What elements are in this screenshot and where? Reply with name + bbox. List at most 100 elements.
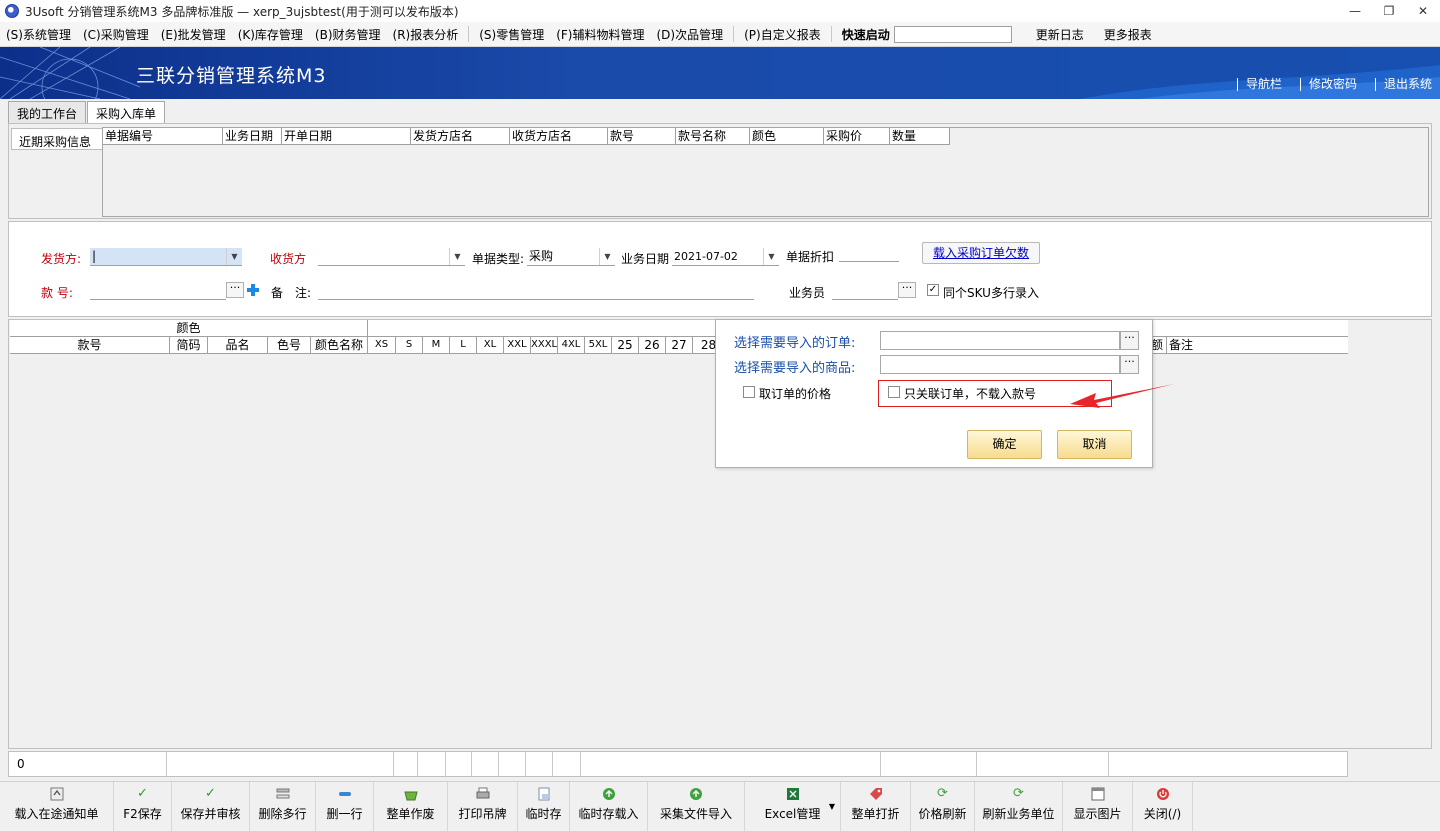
- col-purchase-price[interactable]: 采购价: [824, 128, 890, 145]
- col-short-code[interactable]: 简码: [170, 337, 208, 353]
- change-password-link[interactable]: 修改密码: [1299, 78, 1365, 91]
- refresh-business-unit-button[interactable]: ⟳ 刷新业务单位: [975, 782, 1063, 831]
- col-doc-number[interactable]: 单据编号: [103, 128, 223, 145]
- col-size-26[interactable]: 26: [639, 337, 666, 353]
- menu-purchase[interactable]: (C)采购管理: [77, 26, 155, 43]
- doc-type-combo[interactable]: 采购 ▼: [527, 248, 615, 266]
- style-input[interactable]: [90, 282, 226, 300]
- close-form-button[interactable]: 关闭(/): [1133, 782, 1193, 831]
- sender-combo[interactable]: | ▼: [90, 248, 242, 266]
- nav-bar-link[interactable]: 导航栏: [1236, 78, 1290, 91]
- save-and-approve-button[interactable]: ✓ 保存并审核: [172, 782, 250, 831]
- delete-rows-button[interactable]: 删除多行: [250, 782, 316, 831]
- price-refresh-button[interactable]: ⟳ 价格刷新: [911, 782, 975, 831]
- chevron-down-icon[interactable]: ▼: [226, 248, 242, 265]
- temp-save-load-button[interactable]: 临时存载入: [570, 782, 648, 831]
- tab-recent-purchase[interactable]: 近期采购信息: [11, 128, 103, 150]
- menu-wholesale[interactable]: (E)批发管理: [155, 26, 232, 43]
- restore-button[interactable]: ❐: [1372, 0, 1406, 22]
- col-color-name[interactable]: 颜色名称: [311, 337, 368, 353]
- salesman-lookup-button[interactable]: ···: [898, 282, 916, 298]
- close-button[interactable]: ✕: [1406, 0, 1440, 22]
- load-transit-notice-button[interactable]: 载入在途通知单: [0, 782, 114, 831]
- minimize-button[interactable]: —: [1338, 0, 1372, 22]
- import-collected-file-button[interactable]: 采集文件导入: [648, 782, 745, 831]
- tab-purchase-receipt[interactable]: 采购入库单: [87, 101, 166, 123]
- menu-changelog[interactable]: 更新日志: [1030, 26, 1090, 43]
- col-size-l[interactable]: L: [450, 337, 477, 353]
- style-lookup-button[interactable]: ···: [226, 282, 244, 298]
- take-order-price-checkbox[interactable]: [743, 386, 755, 398]
- col-size-xxxl[interactable]: XXXL: [531, 337, 558, 353]
- tab-workbench[interactable]: 我的工作台: [8, 101, 87, 123]
- load-purchase-order-button[interactable]: 载入采购订单欠数: [922, 242, 1040, 264]
- discount-label: 单据折扣: [786, 250, 835, 264]
- select-order-lookup-button[interactable]: ···: [1120, 331, 1139, 350]
- col-style[interactable]: 款号: [10, 337, 170, 353]
- multi-sku-checkbox[interactable]: ✓: [927, 284, 939, 296]
- show-image-button[interactable]: 显示图片: [1063, 782, 1133, 831]
- cancel-button[interactable]: 取消: [1057, 430, 1132, 459]
- salesman-input[interactable]: [832, 282, 898, 300]
- discount-input[interactable]: [839, 244, 899, 262]
- menu-custom-reports[interactable]: (P)自定义报表: [738, 26, 827, 43]
- print-tag-button[interactable]: 打印吊牌: [448, 782, 518, 831]
- menu-materials[interactable]: (F)辅料物料管理: [550, 26, 650, 43]
- menu-defects[interactable]: (D)次品管理: [651, 26, 730, 43]
- col-receiver-shop[interactable]: 收货方店名: [510, 128, 608, 145]
- col-color[interactable]: 颜色: [750, 128, 824, 145]
- col-size-5xl[interactable]: 5XL: [585, 337, 612, 353]
- confirm-button[interactable]: 确定: [967, 430, 1042, 459]
- chevron-down-icon[interactable]: ▼: [829, 802, 835, 811]
- col-size-25[interactable]: 25: [612, 337, 639, 353]
- col-size-4xl[interactable]: 4XL: [558, 337, 585, 353]
- menu-reports[interactable]: (R)报表分析: [387, 26, 465, 43]
- total-cell: [167, 752, 394, 776]
- delete-row-button[interactable]: 删一行: [316, 782, 374, 831]
- total-cell: [581, 752, 881, 776]
- logout-link[interactable]: 退出系统: [1374, 78, 1432, 91]
- total-count: 0: [9, 752, 167, 776]
- chevron-down-icon[interactable]: ▼: [763, 248, 779, 265]
- biz-date-label: 业务日期: [621, 252, 670, 266]
- col-size-m[interactable]: M: [423, 337, 450, 353]
- chevron-down-icon[interactable]: ▼: [599, 248, 615, 265]
- void-order-button[interactable]: 整单作废: [374, 782, 448, 831]
- col-size-xxl[interactable]: XXL: [504, 337, 531, 353]
- excel-manage-button[interactable]: Excel管理 ▼: [745, 782, 841, 831]
- col-product-name[interactable]: 品名: [208, 337, 268, 353]
- chevron-down-icon[interactable]: ▼: [449, 248, 465, 265]
- col-style-no[interactable]: 款号: [608, 128, 676, 145]
- receiver-combo[interactable]: ▼: [318, 248, 465, 266]
- biz-date-picker[interactable]: 2021-07-02 ▼: [672, 248, 779, 266]
- col-sender-shop[interactable]: 发货方店名: [411, 128, 510, 145]
- menu-retail[interactable]: (S)零售管理: [473, 26, 550, 43]
- note-input[interactable]: [318, 282, 754, 300]
- col-quantity[interactable]: 数量: [890, 128, 950, 145]
- col-remarks[interactable]: 备注: [1167, 337, 1333, 353]
- col-open-date[interactable]: 开单日期: [282, 128, 411, 145]
- add-style-icon[interactable]: [246, 283, 260, 297]
- sender-label: 发货方:: [41, 252, 82, 266]
- take-order-price-label: 取订单的价格: [759, 387, 832, 401]
- annotation-arrow-icon: [1070, 384, 1174, 408]
- quick-launch-input[interactable]: [893, 25, 1012, 43]
- temp-save-button[interactable]: 临时存: [518, 782, 570, 831]
- menu-inventory[interactable]: (K)库存管理: [232, 26, 309, 43]
- col-size-27[interactable]: 27: [666, 337, 693, 353]
- whole-discount-button[interactable]: 整单打折: [841, 782, 911, 831]
- col-color-code[interactable]: 色号: [268, 337, 311, 353]
- menu-more-reports[interactable]: 更多报表: [1098, 26, 1158, 43]
- select-goods-input[interactable]: [880, 355, 1120, 374]
- select-goods-lookup-button[interactable]: ···: [1120, 355, 1139, 374]
- col-size-s[interactable]: S: [396, 337, 423, 353]
- save-button[interactable]: ✓ F2保存: [114, 782, 172, 831]
- menu-system[interactable]: (S)系统管理: [0, 26, 77, 43]
- col-biz-date[interactable]: 业务日期: [223, 128, 282, 145]
- select-order-input[interactable]: [880, 331, 1120, 350]
- col-style-name[interactable]: 款号名称: [676, 128, 750, 145]
- menu-finance[interactable]: (B)财务管理: [309, 26, 387, 43]
- button-label: 刷新业务单位: [982, 807, 1055, 821]
- col-size-xl[interactable]: XL: [477, 337, 504, 353]
- col-size-xs[interactable]: XS: [368, 337, 396, 353]
